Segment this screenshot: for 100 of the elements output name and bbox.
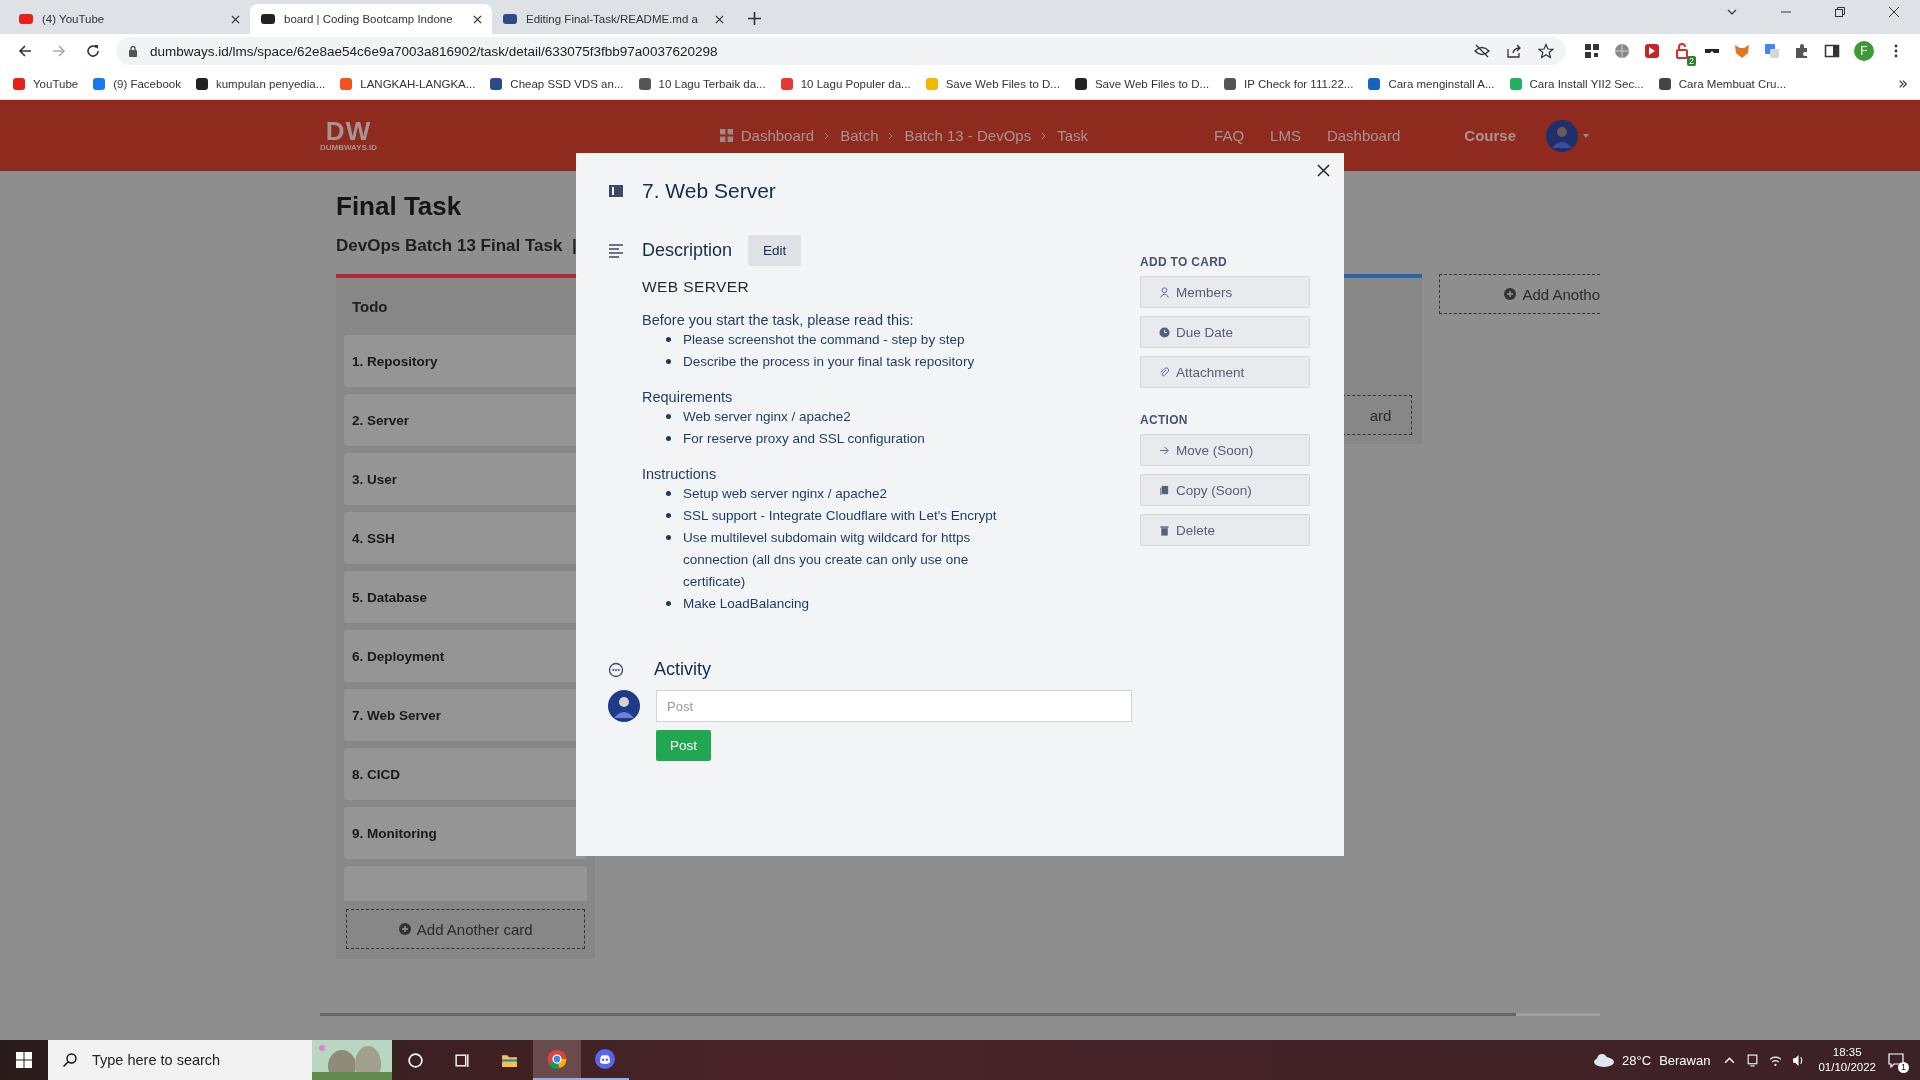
- bookmark[interactable]: IP Check for 111.22...: [1223, 76, 1354, 91]
- bookmark[interactable]: LANGKAH-LANGKA...: [339, 76, 476, 91]
- edit-button[interactable]: Edit: [748, 235, 802, 266]
- favicon-icon: [489, 76, 504, 91]
- taskbar-clock[interactable]: 18:35 01/10/2022: [1818, 1045, 1876, 1075]
- browser-tab[interactable]: (4) YouTube: [8, 4, 250, 34]
- favicon-icon: [12, 76, 26, 91]
- cortana-icon[interactable]: [407, 1051, 424, 1069]
- breadcrumb-link[interactable]: Task: [1057, 127, 1089, 144]
- bookmark[interactable]: kumpulan penyedia...: [194, 76, 326, 91]
- task-view-icon[interactable]: [454, 1051, 471, 1069]
- post-button[interactable]: Post: [656, 730, 711, 761]
- close-icon[interactable]: [715, 14, 724, 24]
- list-item-text: Make LoadBalancing: [683, 595, 810, 613]
- list-item-text: Describe the process in your final task repository: [683, 353, 975, 371]
- nav-link[interactable]: FAQ: [1214, 127, 1245, 144]
- bookmark[interactable]: Cara menginstall A...: [1367, 76, 1495, 91]
- site-logo[interactable]: DW DUMBWAYS.ID: [320, 119, 378, 152]
- weather-temperature[interactable]: 28°C: [1622, 1052, 1652, 1068]
- chat-icon: [608, 661, 624, 678]
- plus-icon: [1504, 288, 1517, 300]
- add-list-button[interactable]: Add Anotho: [1439, 274, 1600, 314]
- fox-icon[interactable]: [1734, 43, 1750, 59]
- play-icon[interactable]: [1644, 43, 1660, 59]
- favicon-icon: [924, 76, 939, 91]
- side-panel-icon[interactable]: [1824, 43, 1840, 59]
- chat-app-icon: [595, 1049, 615, 1069]
- wifi-icon[interactable]: [1769, 1053, 1783, 1067]
- sidebar-button[interactable]: Due Date: [1140, 316, 1310, 348]
- breadcrumb-link[interactable]: Batch 13 - DevOps: [904, 127, 1032, 144]
- sidebar-button[interactable]: Members: [1140, 276, 1310, 308]
- eye-off-icon[interactable]: [1474, 43, 1490, 59]
- star-icon[interactable]: [1538, 43, 1554, 59]
- favicon-icon: [92, 76, 107, 91]
- scrollbar[interactable]: [320, 1013, 1600, 1016]
- notification-count: 1: [1898, 1062, 1909, 1073]
- chevron-icon[interactable]: [1898, 78, 1908, 89]
- windows-icon[interactable]: [16, 1052, 32, 1068]
- bookmark[interactable]: Save Web Files to D...: [1073, 76, 1210, 91]
- bookmark[interactable]: (9) Facebook: [92, 76, 181, 91]
- lock-icon[interactable]: [1674, 43, 1690, 59]
- close-icon[interactable]: [473, 14, 482, 24]
- breadcrumb-link[interactable]: Dashboard: [740, 127, 815, 144]
- translate-icon[interactable]: [1764, 43, 1780, 59]
- breadcrumb-link[interactable]: Batch: [840, 127, 879, 144]
- puzzle-icon[interactable]: [1794, 43, 1810, 59]
- reload-icon[interactable]: [85, 43, 101, 59]
- browser-tab[interactable]: board | Coding Bootcamp Indone: [250, 4, 492, 34]
- sidebar-button[interactable]: Attachment: [1140, 356, 1310, 388]
- favicon-icon: [1367, 76, 1382, 91]
- bookmark[interactable]: 10 Lagu Terbaik da...: [637, 76, 766, 91]
- favicon-icon: [1508, 76, 1523, 91]
- section-title: Description: [642, 240, 733, 261]
- restore-icon[interactable]: [1834, 6, 1846, 18]
- bookmark[interactable]: Cheap SSD VDS an...: [489, 76, 624, 91]
- favicon-icon: [194, 76, 209, 91]
- close-icon[interactable]: [231, 14, 240, 24]
- lock-icon: [128, 45, 138, 57]
- copy-icon: [1159, 484, 1170, 496]
- column-title: Todo: [351, 297, 389, 317]
- task-card[interactable]: 9. Monitoring: [344, 807, 588, 859]
- globe-icon[interactable]: [1614, 43, 1630, 59]
- device-icon[interactable]: [1746, 1053, 1760, 1067]
- description-text: Before you start the task, please read this:: [642, 312, 915, 328]
- bookmark[interactable]: Save Web Files to D...: [924, 76, 1060, 91]
- profile-button[interactable]: F: [1854, 41, 1874, 61]
- close-icon[interactable]: [1888, 6, 1900, 18]
- sidebar-heading: ACTION: [1140, 413, 1189, 427]
- bullet-icon: [666, 337, 671, 342]
- page-subtitle: DevOps Batch 13 Final Task |: [336, 236, 577, 256]
- notification-icon[interactable]: [1888, 1052, 1904, 1068]
- taskbar-search-field[interactable]: Type here to search: [48, 1040, 392, 1080]
- cloud-icon[interactable]: [1592, 1052, 1617, 1068]
- list-item-text: SSL support - Integrate Cloudflare with Let's Encrypt: [683, 507, 997, 525]
- chevron-icon: [888, 131, 895, 140]
- bookmark[interactable]: YouTube: [12, 76, 79, 91]
- bookmark[interactable]: Cara Install YII2 Sec...: [1508, 76, 1644, 91]
- add-card-button[interactable]: Add Another card: [346, 909, 586, 949]
- new-tab-icon[interactable]: [748, 12, 761, 25]
- address-field[interactable]: dumbways.id/lms/space/62e8ae54c6e9a7003a816902/task/detail/633075f3fbb97a0037620298: [116, 37, 1566, 65]
- sidebar-button[interactable]: Copy (Soon): [1140, 474, 1310, 506]
- nav-link[interactable]: LMS: [1270, 127, 1301, 144]
- weather-condition[interactable]: Berawan: [1659, 1052, 1711, 1068]
- browser-tab[interactable]: Editing Final-Task/README.md a: [492, 4, 734, 34]
- sidebar-button[interactable]: Delete: [1140, 514, 1310, 546]
- sidebar-heading: ADD TO CARD: [1140, 255, 1229, 269]
- back-icon[interactable]: [17, 43, 33, 59]
- list-item-text: Please screenshot the command - step by step: [683, 331, 965, 349]
- nav-link[interactable]: Course: [1464, 127, 1516, 144]
- close-icon[interactable]: [1317, 164, 1330, 177]
- sidebar-button[interactable]: Move (Soon): [1140, 434, 1310, 466]
- share-icon[interactable]: [1506, 43, 1522, 59]
- nav-link[interactable]: Dashboard: [1326, 127, 1401, 144]
- arrow-icon: [1159, 444, 1170, 456]
- bookmark[interactable]: Cara Membuat Cru...: [1657, 76, 1787, 91]
- qr-code-icon[interactable]: [1584, 43, 1600, 59]
- post-field[interactable]: Post: [656, 690, 1132, 722]
- chevron-icon: [1041, 131, 1048, 140]
- clock-icon: [1159, 326, 1170, 338]
- bookmark[interactable]: 10 Lagu Populer da...: [779, 76, 911, 91]
